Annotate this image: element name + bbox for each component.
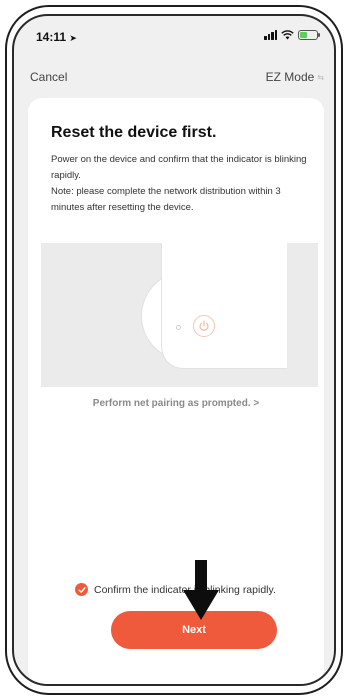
- status-icons: [264, 29, 320, 40]
- cellular-signal-icon: [264, 29, 277, 40]
- instruction-card: Reset the device first. Power on the dev…: [28, 98, 324, 684]
- wifi-icon: [281, 29, 294, 40]
- page-title: Reset the device first.: [51, 124, 217, 141]
- power-icon: [193, 315, 215, 337]
- phone-screen: 14:11 ➤ Cancel EZ Mode ⇆ Reset the devic…: [12, 14, 336, 686]
- indicator-led-icon: [176, 325, 181, 330]
- status-time: 14:11 ➤: [36, 30, 77, 44]
- navigation-bar: Cancel EZ Mode ⇆: [14, 66, 334, 90]
- status-time-text: 14:11: [36, 30, 67, 44]
- checkmark-icon[interactable]: [75, 583, 88, 596]
- cancel-button[interactable]: Cancel: [30, 70, 67, 84]
- status-bar: 14:11 ➤: [14, 16, 334, 58]
- confirm-indicator-checkbox[interactable]: Confirm the indicator is blinking rapidl…: [75, 583, 276, 596]
- ez-mode-label: EZ Mode: [265, 70, 315, 84]
- ez-mode-toggle[interactable]: EZ Mode ⇆: [266, 70, 324, 84]
- location-arrow-icon: ➤: [69, 33, 77, 43]
- instruction-line-1: Power on the device and confirm that the…: [51, 154, 307, 181]
- battery-icon: [298, 29, 320, 40]
- net-pairing-help-link[interactable]: Perform net pairing as prompted. >: [28, 398, 324, 409]
- instruction-text: Power on the device and confirm that the…: [51, 152, 307, 216]
- swap-icon: ⇆: [317, 72, 324, 82]
- instruction-note: Note: please complete the network distri…: [51, 186, 281, 213]
- down-arrow-icon: [183, 560, 219, 620]
- device-illustration: [41, 243, 318, 387]
- device-panel-illustration: [161, 243, 287, 369]
